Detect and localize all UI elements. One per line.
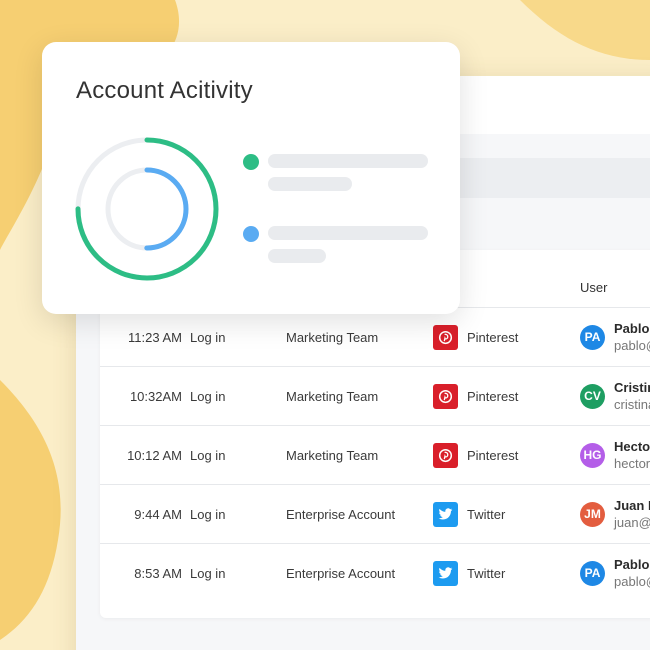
row-source: Twitter <box>433 485 505 543</box>
legend-dot-green <box>243 154 259 170</box>
legend-placeholder-line <box>268 177 352 191</box>
row-time: 10:12 AM <box>127 447 182 463</box>
legend-placeholder-line <box>268 249 326 263</box>
row-time: 11:23 AM <box>128 329 182 345</box>
user-email: juan@c <box>614 515 650 530</box>
legend-dot-blue <box>243 226 259 242</box>
row-source: Pinterest <box>433 308 518 366</box>
table-row[interactable]: 11:23 AM Log in Marketing Team Pinterest PA P… <box>100 307 650 366</box>
row-source: Pinterest <box>433 426 518 484</box>
row-source-label: Twitter <box>467 565 506 581</box>
user-name: Pablo A <box>614 557 650 572</box>
table-row[interactable]: 10:12 AM Log in Marketing Team Pinterest HG H… <box>100 425 650 484</box>
row-activity: Log in <box>190 506 226 522</box>
table-row[interactable]: 8:53 AM Log in Enterprise Account Twitter PA… <box>100 543 650 602</box>
row-time: 8:53 AM <box>134 565 182 581</box>
row-source-label: Pinterest <box>467 388 519 404</box>
row-source: Pinterest <box>433 367 518 425</box>
legend-placeholder-line <box>268 154 428 168</box>
row-time: 9:44 AM <box>134 506 182 522</box>
row-team: Marketing Team <box>286 447 379 463</box>
pinterest-icon <box>433 324 458 350</box>
avatar: PA <box>580 560 605 586</box>
twitter-icon <box>433 560 458 586</box>
row-time: 10:32AM <box>129 388 182 404</box>
legend-placeholder-line <box>268 226 428 240</box>
user-name: Cristin <box>614 380 650 395</box>
account-activity-card: Account Acitivity <box>42 42 460 314</box>
row-activity: Log in <box>190 565 226 581</box>
table-row[interactable]: 10:32AM Log in Marketing Team Pinterest CV Cr… <box>100 366 650 425</box>
row-activity: Log in <box>190 329 226 345</box>
twitter-icon <box>433 501 458 527</box>
row-team: Enterprise Account <box>286 506 396 522</box>
user-name: Hector <box>614 439 650 454</box>
activity-donut-chart <box>75 137 219 281</box>
pinterest-icon <box>433 383 458 409</box>
row-source: Twitter <box>433 544 505 602</box>
row-source-label: Pinterest <box>467 447 519 463</box>
row-activity: Log in <box>190 388 226 404</box>
row-source-label: Twitter <box>467 506 506 522</box>
user-email: hector <box>614 456 650 471</box>
avatar: PA <box>580 324 605 350</box>
row-team: Marketing Team <box>286 388 379 404</box>
table-row[interactable]: 9:44 AM Log in Enterprise Account Twitter JM… <box>100 484 650 543</box>
avatar: CV <box>580 383 605 409</box>
row-team: Marketing Team <box>286 329 379 345</box>
user-name: Pablo A <box>614 321 650 336</box>
row-activity: Log in <box>190 447 226 463</box>
user-name: Juan M <box>614 498 650 513</box>
row-user[interactable]: JM Juan M juan@c <box>580 485 650 543</box>
row-user[interactable]: PA Pablo A pablo@ <box>580 308 650 366</box>
column-header-user: User <box>580 280 608 295</box>
avatar: JM <box>580 501 605 527</box>
card-title: Account Acitivity <box>76 77 253 104</box>
row-source-label: Pinterest <box>467 329 519 345</box>
row-user[interactable]: HG Hector hector <box>580 426 650 484</box>
row-user[interactable]: CV Cristin cristina <box>580 367 650 425</box>
row-user[interactable]: PA Pablo A pablo@ <box>580 544 650 602</box>
pinterest-icon <box>433 442 458 468</box>
user-email: cristina <box>614 397 650 412</box>
row-team: Enterprise Account <box>286 565 396 581</box>
user-email: pablo@ <box>614 338 650 353</box>
user-email: pablo@ <box>614 574 650 589</box>
avatar: HG <box>580 442 605 468</box>
